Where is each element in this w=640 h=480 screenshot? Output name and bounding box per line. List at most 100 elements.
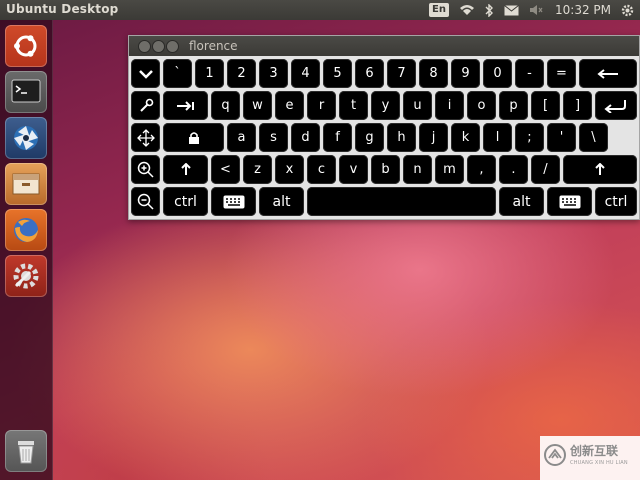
key-c[interactable]: c bbox=[307, 155, 336, 184]
close-button[interactable] bbox=[138, 40, 151, 53]
terminal-icon bbox=[11, 79, 41, 103]
key-q[interactable]: q bbox=[211, 91, 240, 120]
zoom-out-icon bbox=[137, 193, 154, 210]
key-i[interactable]: i bbox=[435, 91, 464, 120]
key-2[interactable]: 2 bbox=[227, 59, 256, 88]
key-7[interactable]: 7 bbox=[387, 59, 416, 88]
shift-left-key[interactable] bbox=[163, 155, 208, 184]
key-right-bracket[interactable]: ] bbox=[563, 91, 592, 120]
files-launcher-button[interactable] bbox=[5, 163, 47, 205]
key-g[interactable]: g bbox=[355, 123, 384, 152]
key-h[interactable]: h bbox=[387, 123, 416, 152]
key-quote[interactable]: ' bbox=[547, 123, 576, 152]
key-m[interactable]: m bbox=[435, 155, 464, 184]
key-v[interactable]: v bbox=[339, 155, 368, 184]
key-semicolon[interactable]: ; bbox=[515, 123, 544, 152]
bluetooth-icon[interactable] bbox=[485, 3, 494, 17]
super-left-key[interactable] bbox=[211, 187, 256, 216]
tab-arrow-icon bbox=[176, 100, 194, 111]
lock-icon bbox=[188, 131, 199, 144]
key-z[interactable]: z bbox=[243, 155, 272, 184]
key-f[interactable]: f bbox=[323, 123, 352, 152]
key-k[interactable]: k bbox=[451, 123, 480, 152]
shutter-launcher-button[interactable] bbox=[5, 117, 47, 159]
key-backslash[interactable]: \ bbox=[579, 123, 608, 152]
terminal-launcher-button[interactable] bbox=[5, 71, 47, 113]
key-5[interactable]: 5 bbox=[323, 59, 352, 88]
key-y[interactable]: y bbox=[371, 91, 400, 120]
settings-icon bbox=[13, 263, 39, 289]
launcher bbox=[0, 20, 53, 480]
space-key[interactable] bbox=[307, 187, 496, 216]
key-minus[interactable]: - bbox=[515, 59, 544, 88]
key-equals[interactable]: = bbox=[547, 59, 576, 88]
key-t[interactable]: t bbox=[339, 91, 368, 120]
key-0[interactable]: 0 bbox=[483, 59, 512, 88]
key-period[interactable]: . bbox=[499, 155, 528, 184]
ctrl-left-key[interactable]: ctrl bbox=[163, 187, 208, 216]
key-x[interactable]: x bbox=[275, 155, 304, 184]
firefox-launcher-button[interactable] bbox=[5, 209, 47, 251]
key-e[interactable]: e bbox=[275, 91, 304, 120]
key-n[interactable]: n bbox=[403, 155, 432, 184]
tab-key[interactable] bbox=[163, 91, 208, 120]
key-3[interactable]: 3 bbox=[259, 59, 288, 88]
key-6[interactable]: 6 bbox=[355, 59, 384, 88]
trash-launcher-button[interactable] bbox=[5, 430, 47, 472]
top-panel: Ubuntu Desktop En 10:32 PM bbox=[0, 0, 640, 20]
caps-lock-key[interactable] bbox=[163, 123, 224, 152]
key-9[interactable]: 9 bbox=[451, 59, 480, 88]
key-u[interactable]: u bbox=[403, 91, 432, 120]
shift-right-key[interactable] bbox=[563, 155, 637, 184]
key-4[interactable]: 4 bbox=[291, 59, 320, 88]
gear-icon[interactable] bbox=[621, 4, 634, 17]
zoom-in-key[interactable] bbox=[131, 155, 160, 184]
key-r[interactable]: r bbox=[307, 91, 336, 120]
key-o[interactable]: o bbox=[467, 91, 496, 120]
system-settings-launcher-button[interactable] bbox=[5, 255, 47, 297]
maximize-button[interactable] bbox=[166, 40, 179, 53]
alt-right-key[interactable]: alt bbox=[499, 187, 544, 216]
wifi-icon[interactable] bbox=[459, 4, 475, 16]
key-p[interactable]: p bbox=[499, 91, 528, 120]
key-s[interactable]: s bbox=[259, 123, 288, 152]
alt-left-key[interactable]: alt bbox=[259, 187, 304, 216]
key-l[interactable]: l bbox=[483, 123, 512, 152]
florence-title: florence bbox=[189, 39, 238, 53]
key-8[interactable]: 8 bbox=[419, 59, 448, 88]
minimize-button[interactable] bbox=[152, 40, 165, 53]
keyboard-icon bbox=[559, 195, 580, 208]
collapse-key[interactable] bbox=[131, 59, 160, 88]
key-b[interactable]: b bbox=[371, 155, 400, 184]
zoom-out-key[interactable] bbox=[131, 187, 160, 216]
shutter-icon bbox=[14, 126, 38, 150]
trash-icon bbox=[18, 441, 34, 464]
dash-home-button[interactable] bbox=[5, 25, 47, 67]
key-slash[interactable]: / bbox=[531, 155, 560, 184]
settings-key[interactable] bbox=[131, 91, 160, 120]
key-backtick[interactable]: ` bbox=[163, 59, 192, 88]
files-icon bbox=[12, 173, 40, 195]
enter-key[interactable] bbox=[595, 91, 637, 120]
florence-titlebar[interactable]: florence bbox=[129, 36, 639, 56]
move-key[interactable] bbox=[131, 123, 160, 152]
key-less-than[interactable]: < bbox=[211, 155, 240, 184]
keyboard-layout-indicator[interactable]: En bbox=[429, 3, 449, 17]
system-tray: En 10:32 PM bbox=[419, 0, 640, 20]
mail-icon[interactable] bbox=[504, 4, 519, 16]
clock[interactable]: 10:32 PM bbox=[555, 3, 611, 17]
ctrl-right-key[interactable]: ctrl bbox=[595, 187, 637, 216]
key-w[interactable]: w bbox=[243, 91, 272, 120]
key-a[interactable]: a bbox=[227, 123, 256, 152]
ubuntu-logo-icon bbox=[14, 35, 37, 57]
wrench-icon bbox=[139, 98, 153, 112]
key-1[interactable]: 1 bbox=[195, 59, 224, 88]
chevron-down-icon bbox=[138, 69, 153, 79]
volume-icon[interactable] bbox=[529, 4, 543, 16]
key-left-bracket[interactable]: [ bbox=[531, 91, 560, 120]
backspace-key[interactable] bbox=[579, 59, 637, 88]
key-d[interactable]: d bbox=[291, 123, 320, 152]
key-j[interactable]: j bbox=[419, 123, 448, 152]
key-comma[interactable]: , bbox=[467, 155, 496, 184]
super-right-key[interactable] bbox=[547, 187, 592, 216]
